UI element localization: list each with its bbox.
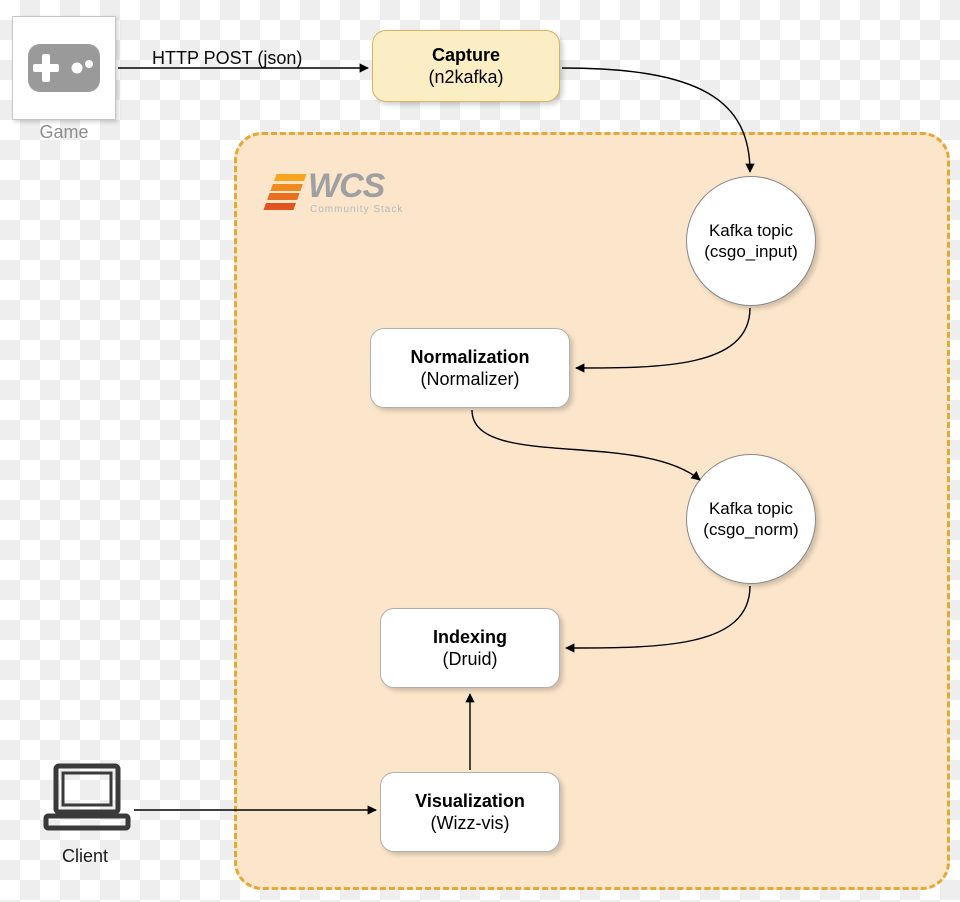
wcs-logo-stripes-icon: [263, 174, 306, 210]
kafka-topic-input-node: Kafka topic (csgo_input): [686, 176, 816, 306]
normalization-title: Normalization: [377, 346, 563, 369]
client-label: Client: [30, 846, 140, 867]
gamepad-icon: [27, 43, 101, 93]
capture-node: Capture (n2kafka): [372, 30, 560, 102]
game-label: Game: [12, 122, 116, 143]
client-node: [42, 762, 132, 839]
capture-sub: (n2kafka): [379, 66, 553, 89]
wcs-logo-tagline: Community Stack: [310, 205, 403, 215]
normalization-node: Normalization (Normalizer): [370, 328, 570, 408]
laptop-icon: [42, 762, 132, 834]
kafka-topic-input-line1: Kafka topic: [687, 220, 815, 241]
visualization-title: Visualization: [387, 790, 553, 813]
visualization-sub: (Wizz-vis): [387, 812, 553, 835]
indexing-sub: (Druid): [387, 648, 553, 671]
wcs-logo-text: WCS: [308, 169, 403, 203]
edge-label-http-post: HTTP POST (json): [152, 48, 302, 69]
kafka-topic-norm-line1: Kafka topic: [687, 498, 815, 519]
normalization-sub: (Normalizer): [377, 368, 563, 391]
visualization-node: Visualization (Wizz-vis): [380, 772, 560, 852]
indexing-node: Indexing (Druid): [380, 608, 560, 688]
kafka-topic-input-line2: (csgo_input): [687, 241, 815, 262]
game-node: [12, 16, 116, 120]
wcs-boundary-fill: [234, 132, 950, 890]
indexing-title: Indexing: [387, 626, 553, 649]
kafka-topic-norm-line2: (csgo_norm): [687, 519, 815, 540]
capture-title: Capture: [379, 44, 553, 67]
wcs-logo: WCS Community Stack: [270, 160, 490, 224]
kafka-topic-norm-node: Kafka topic (csgo_norm): [686, 454, 816, 584]
